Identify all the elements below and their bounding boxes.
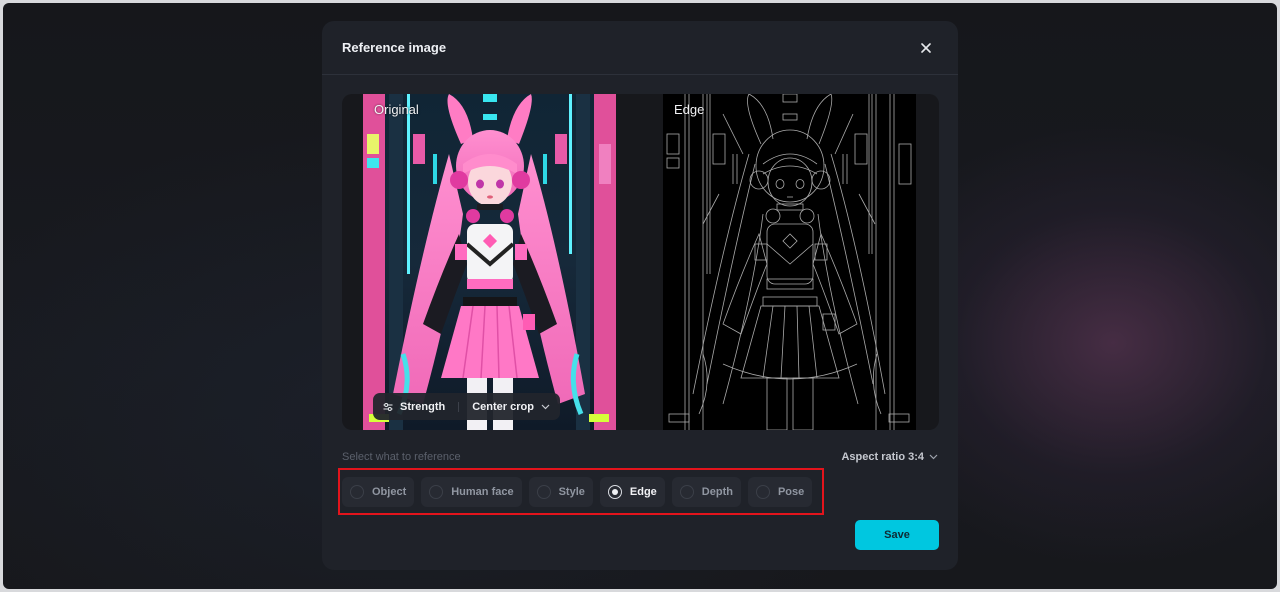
original-label: Original [374, 102, 419, 117]
radio-icon [755, 485, 770, 499]
reference-options: Object Human face Style Edge Depth Pose [342, 477, 813, 507]
edge-label: Edge [674, 102, 705, 117]
option-label: Depth [701, 486, 733, 498]
strength-button[interactable]: Strength [383, 401, 445, 413]
option-style[interactable]: Style [528, 477, 593, 507]
option-human-face[interactable]: Human face [421, 477, 522, 507]
option-depth[interactable]: Depth [671, 477, 741, 507]
preview-area: Original Strength Center crop Edge [342, 94, 939, 430]
option-label: Human face [451, 486, 514, 498]
chevron-down-icon [541, 404, 550, 409]
option-label: Style [558, 486, 585, 498]
radio-icon [429, 485, 444, 499]
radio-icon [536, 485, 551, 499]
save-button[interactable]: Save [855, 520, 939, 550]
reference-section-label: Select what to reference [342, 451, 461, 463]
chevron-down-icon [929, 454, 938, 460]
modal-header: Reference image [322, 21, 958, 75]
original-image: Original Strength Center crop [363, 94, 616, 430]
edge-image: Edge [663, 94, 916, 430]
toolbar-divider [458, 401, 460, 412]
reference-image-modal: Reference image Original Strength Center… [322, 21, 958, 570]
option-pose[interactable]: Pose [747, 477, 813, 507]
option-label: Pose [777, 486, 805, 498]
edge-illustration [663, 94, 916, 430]
aspect-ratio-dropdown[interactable]: Aspect ratio 3:4 [841, 451, 938, 463]
radio-icon [350, 485, 364, 499]
close-icon [921, 42, 931, 53]
aspect-ratio-label: Aspect ratio 3:4 [841, 451, 924, 463]
crop-mode-dropdown[interactable]: Center crop [472, 401, 550, 413]
crop-mode-label: Center crop [472, 400, 534, 413]
close-button[interactable] [916, 38, 936, 58]
radio-icon [679, 485, 694, 499]
radio-selected-icon [607, 485, 622, 499]
option-edge[interactable]: Edge [599, 477, 665, 507]
original-illustration [363, 94, 616, 430]
option-label: Edge [629, 486, 657, 498]
image-toolbar: Strength Center crop [373, 393, 560, 420]
option-label: Object [372, 486, 407, 498]
sliders-icon [383, 402, 393, 411]
option-object[interactable]: Object [342, 477, 415, 507]
modal-title: Reference image [342, 40, 447, 55]
strength-label: Strength [400, 400, 446, 413]
